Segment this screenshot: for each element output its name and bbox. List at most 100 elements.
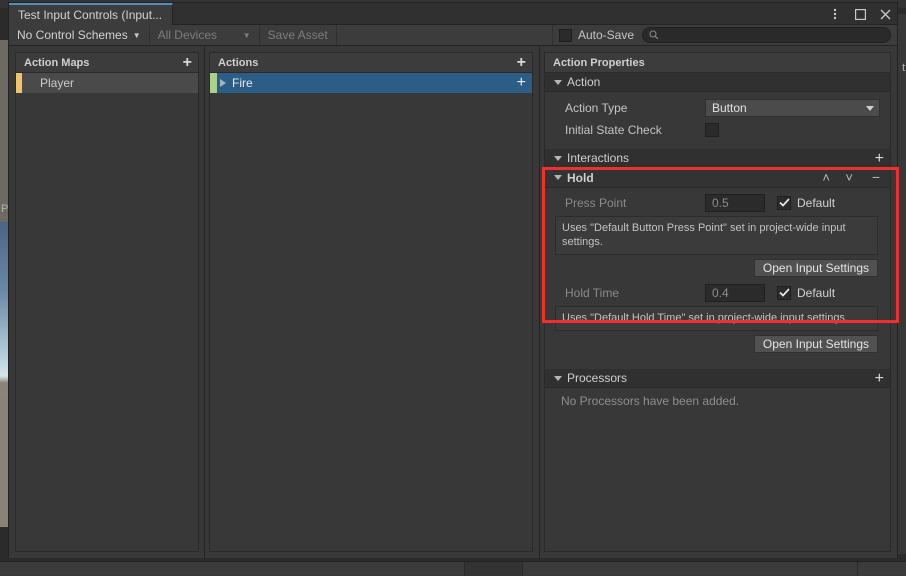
tab-input-actions[interactable]: Test Input Controls (Input... xyxy=(9,3,173,25)
press-point-label: Press Point xyxy=(555,196,705,210)
actions-list: Fire + xyxy=(210,73,532,551)
foldout-triangle-icon xyxy=(554,156,562,161)
window-toolbar: No Control Schemes ▼ All Devices ▼ Save … xyxy=(9,25,897,46)
hold-time-default-checkbox[interactable] xyxy=(777,286,791,300)
add-processor-icon[interactable]: + xyxy=(875,369,884,388)
toolbar-spacer xyxy=(337,25,553,45)
editor-status-bar xyxy=(0,561,906,575)
action-accent xyxy=(210,73,217,93)
remove-interaction-icon[interactable]: − xyxy=(872,169,880,185)
hold-interaction-title: Hold xyxy=(567,171,594,185)
move-up-icon[interactable]: ˄ xyxy=(822,170,830,185)
action-maps-title: Action Maps xyxy=(24,57,89,69)
action-map-item-player[interactable]: Player xyxy=(16,73,198,93)
action-type-row: Action Type Button xyxy=(555,97,880,118)
actions-column: Actions + Fire + xyxy=(205,46,540,558)
move-down-icon[interactable]: ˅ xyxy=(845,170,853,185)
background-right-panel xyxy=(898,14,906,554)
tab-label: Test Input Controls (Input... xyxy=(18,8,162,22)
press-point-button-row: Open Input Settings xyxy=(555,259,878,277)
save-asset-button[interactable]: Save Asset xyxy=(260,25,337,45)
add-action-map-icon[interactable]: + xyxy=(183,55,192,71)
action-map-accent xyxy=(16,73,22,93)
action-maps-header: Action Maps + xyxy=(16,53,198,73)
action-properties-panel: Action Properties Action Action Type But… xyxy=(544,52,891,552)
press-point-default-toggle[interactable]: Default xyxy=(777,196,835,210)
status-bar-segment xyxy=(465,562,523,576)
open-input-settings-button[interactable]: Open Input Settings xyxy=(754,259,878,277)
open-input-settings-button[interactable]: Open Input Settings xyxy=(754,335,878,353)
add-binding-icon[interactable]: + xyxy=(517,74,526,92)
chevron-down-icon: ▼ xyxy=(133,31,141,40)
action-section-body: Action Type Button Initial State Check xyxy=(545,92,890,149)
processors-section-title: Processors xyxy=(567,371,627,385)
action-item-fire[interactable]: Fire + xyxy=(210,73,532,93)
actions-title: Actions xyxy=(218,57,258,69)
window-tabstrip: Test Input Controls (Input... xyxy=(9,3,897,25)
action-type-dropdown[interactable]: Button xyxy=(705,99,880,117)
action-properties-header: Action Properties xyxy=(545,53,890,73)
hold-time-label: Hold Time xyxy=(555,286,705,300)
auto-save-checkbox[interactable] xyxy=(559,29,572,42)
foldout-triangle-icon xyxy=(554,175,562,180)
foldout-triangle-icon xyxy=(554,376,562,381)
save-asset-label: Save Asset xyxy=(268,28,328,42)
add-action-icon[interactable]: + xyxy=(517,55,526,71)
press-point-input[interactable]: 0.5 xyxy=(705,194,765,212)
control-schemes-label: No Control Schemes xyxy=(17,28,128,42)
action-properties-column: Action Properties Action Action Type But… xyxy=(540,46,897,558)
hold-time-default-label: Default xyxy=(797,286,835,300)
add-interaction-icon[interactable]: + xyxy=(875,149,884,168)
interactions-body: Hold ˄ ˅ − Press Point 0.5 xyxy=(545,168,890,359)
hold-time-input[interactable]: 0.4 xyxy=(705,284,765,302)
processors-section-header[interactable]: Processors + xyxy=(545,369,890,388)
action-map-label: Player xyxy=(40,76,74,90)
action-properties-title: Action Properties xyxy=(553,57,645,69)
window-menu-icon[interactable] xyxy=(827,6,843,22)
maximize-icon[interactable] xyxy=(852,6,868,22)
action-maps-panel: Action Maps + Player xyxy=(15,52,199,552)
search-icon xyxy=(649,30,659,40)
hold-time-default-toggle[interactable]: Default xyxy=(777,286,835,300)
foldout-triangle-icon xyxy=(554,80,562,85)
status-bar-segment xyxy=(0,562,465,576)
control-schemes-dropdown[interactable]: No Control Schemes ▼ xyxy=(9,25,150,45)
expand-arrow-icon[interactable] xyxy=(220,79,226,87)
action-label: Fire xyxy=(232,76,253,90)
interactions-section-title: Interactions xyxy=(567,151,629,165)
action-type-label: Action Type xyxy=(555,101,705,115)
press-point-help-text: Uses "Default Button Press Point" set in… xyxy=(555,216,878,255)
interactions-section-header[interactable]: Interactions + xyxy=(545,149,890,168)
press-point-row: Press Point 0.5 Default xyxy=(555,192,878,213)
chevron-down-icon: ▼ xyxy=(243,31,251,40)
auto-save-label: Auto-Save xyxy=(578,28,634,42)
checkmark-icon xyxy=(779,288,790,297)
hold-time-help-text: Uses "Default Hold Time" set in project-… xyxy=(555,306,878,331)
press-point-default-label: Default xyxy=(797,196,835,210)
devices-label: All Devices xyxy=(158,28,217,42)
hold-interaction-header[interactable]: Hold ˄ ˅ − xyxy=(545,168,890,188)
close-icon[interactable] xyxy=(877,6,893,22)
initial-state-checkbox[interactable] xyxy=(705,123,719,137)
input-actions-window: Test Input Controls (Input... xyxy=(8,2,898,558)
hold-time-row: Hold Time 0.4 Default xyxy=(555,282,878,303)
status-bar-segment xyxy=(858,562,906,576)
search-input[interactable] xyxy=(642,27,891,43)
action-section-header[interactable]: Action xyxy=(545,73,890,92)
properties-scroll-area: Action Action Type Button Initial State … xyxy=(545,73,890,551)
action-section-title: Action xyxy=(567,75,600,89)
window-controls xyxy=(827,3,893,25)
actions-header: Actions + xyxy=(210,53,532,73)
status-bar-segment xyxy=(523,562,858,576)
actions-panel: Actions + Fire + xyxy=(209,52,533,552)
window-body: Action Maps + Player Actions + xyxy=(9,46,897,558)
initial-state-check-row: Initial State Check xyxy=(555,119,880,140)
auto-save-toggle[interactable]: Auto-Save xyxy=(553,25,642,45)
checkmark-icon xyxy=(779,198,790,207)
processors-empty-text: No Processors have been added. xyxy=(545,388,890,408)
action-maps-list: Player xyxy=(16,73,198,551)
chevron-down-icon xyxy=(866,106,874,111)
press-point-default-checkbox[interactable] xyxy=(777,196,791,210)
devices-dropdown[interactable]: All Devices ▼ xyxy=(150,25,260,45)
hold-interaction-body: Press Point 0.5 Default xyxy=(545,188,890,359)
